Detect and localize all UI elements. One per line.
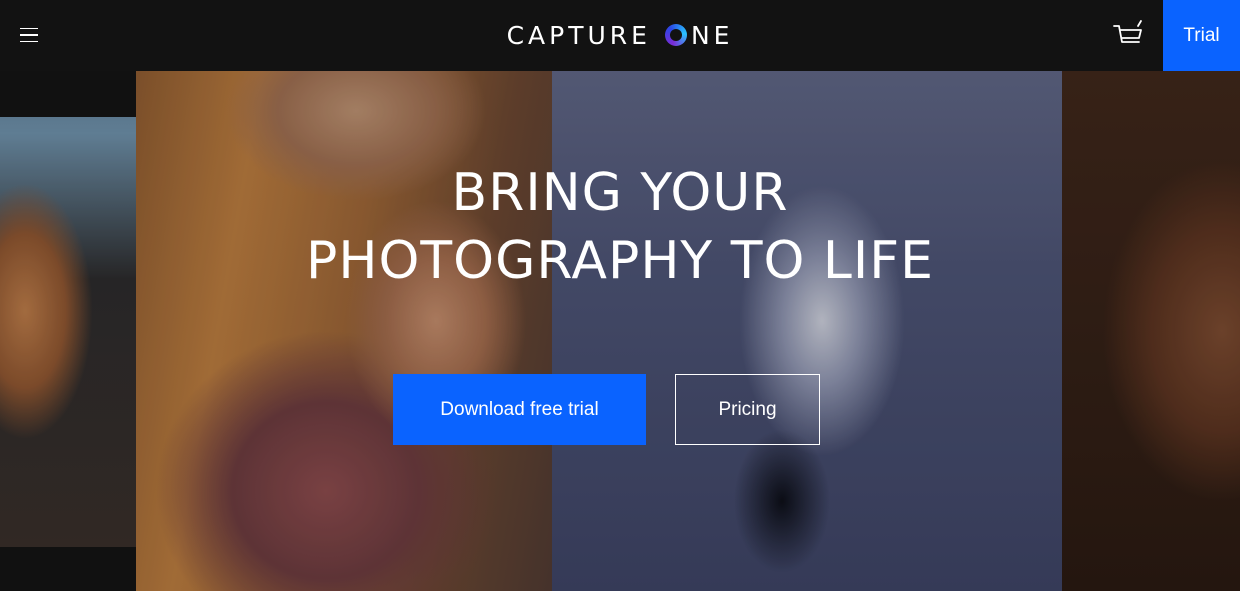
hero-section: BRING YOUR PHOTOGRAPHY TO LIFE Download … bbox=[0, 71, 1240, 591]
capture-one-logo[interactable]: CAPTURE NE bbox=[0, 18, 1240, 52]
download-free-trial-button[interactable]: Download free trial bbox=[393, 374, 646, 445]
logo-text-ne: NE bbox=[690, 20, 734, 50]
logo-text-capture: CAPTURE bbox=[506, 20, 651, 50]
site-header: CAPTURE NE Trial bbox=[0, 0, 1240, 71]
trial-button[interactable]: Trial bbox=[1163, 0, 1240, 71]
hero-title: BRING YOUR PHOTOGRAPHY TO LIFE bbox=[0, 159, 1240, 295]
pricing-button[interactable]: Pricing bbox=[675, 374, 820, 445]
hero-overlay bbox=[0, 71, 1240, 591]
hero-title-line1: BRING YOUR bbox=[451, 163, 789, 223]
logo-o-icon bbox=[664, 24, 687, 46]
hero-title-line2: PHOTOGRAPHY TO LIFE bbox=[305, 231, 935, 291]
shopping-cart-icon bbox=[1113, 20, 1142, 43]
cart-button[interactable] bbox=[1110, 18, 1146, 52]
